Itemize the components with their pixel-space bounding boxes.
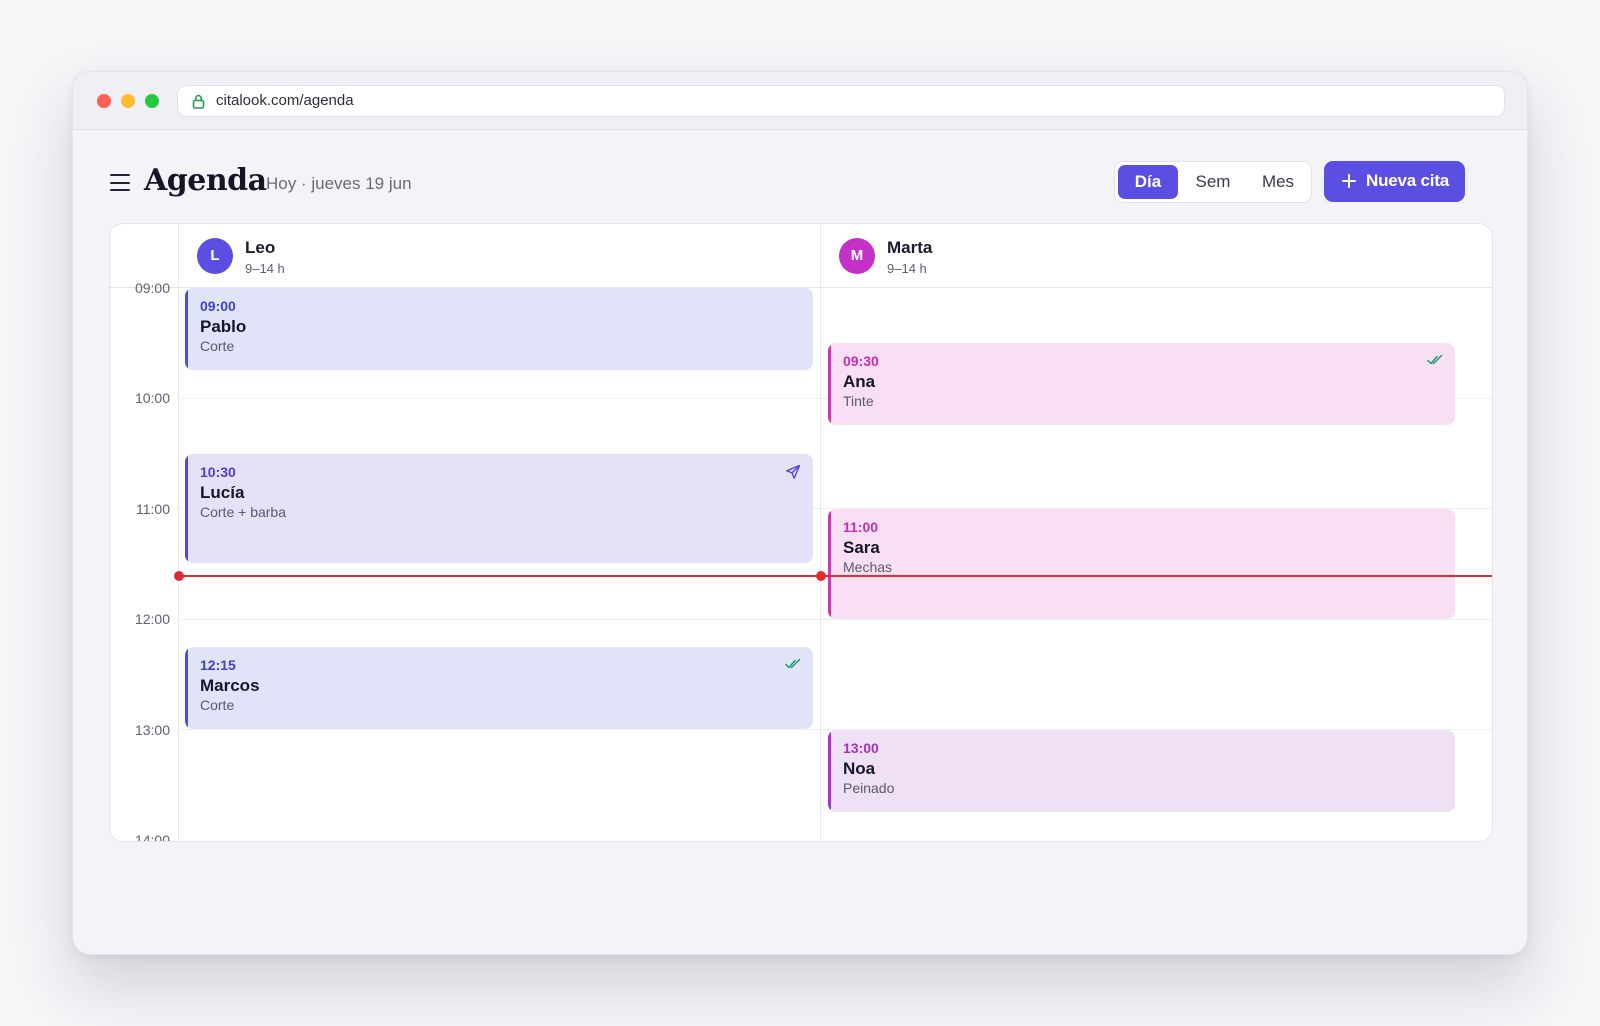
appointment-time: 09:30 (843, 353, 879, 369)
close-window-button[interactable] (97, 94, 111, 108)
appointment-client: Lucía (200, 483, 245, 502)
time-label: 11:00 (136, 501, 170, 517)
appointment-client: Sara (843, 538, 880, 557)
double-check-icon (1427, 353, 1443, 371)
time-label: 09:00 (134, 280, 170, 296)
appointment-service: Corte (200, 697, 235, 713)
appointment-time: 12:15 (200, 657, 236, 673)
new-appointment-button[interactable]: Nueva cita (1324, 161, 1465, 202)
appointment-service: Tinte (843, 393, 874, 409)
appointment-card[interactable]: 13:00 Noa Peinado (828, 730, 1455, 812)
appointment-client: Marcos (200, 676, 260, 695)
send-icon (785, 464, 801, 485)
double-check-icon (785, 657, 801, 675)
appointment-client: Noa (843, 759, 876, 778)
current-time-line (178, 575, 1492, 577)
current-time-dot (174, 571, 184, 581)
view-day-button[interactable]: Día (1118, 165, 1178, 199)
current-time-dot (816, 571, 826, 581)
appointment-time: 09:00 (200, 298, 236, 314)
staff-hours: 9–14 h (245, 261, 285, 276)
appointment-client: Pablo (200, 317, 247, 336)
current-date-label: Hoy · jueves 19 jun (266, 174, 412, 193)
hour-gridline (178, 619, 1492, 620)
staff-name: Marta (887, 238, 933, 257)
view-toggle: Día Sem Mes (1114, 161, 1312, 203)
time-column-divider (178, 224, 179, 841)
browser-window: citalook.com/agenda Agenda Hoy · jueves … (72, 71, 1528, 955)
hamburger-menu-icon[interactable] (110, 174, 130, 192)
appointment-accent-bar (185, 647, 188, 729)
appointment-card[interactable]: 09:30 Ana Tinte (828, 343, 1455, 425)
view-month-button[interactable]: Mes (1248, 165, 1308, 199)
plus-icon (1342, 174, 1356, 188)
avatar: L (197, 238, 233, 274)
maximize-window-button[interactable] (145, 94, 159, 108)
appointment-accent-bar (185, 288, 188, 370)
appointment-card[interactable]: 09:00 Pablo Corte (185, 288, 813, 370)
day-calendar: 09:00 10:00 11:00 12:00 13:00 14:00 L Le… (109, 223, 1493, 842)
lock-icon (192, 94, 205, 114)
time-label: 14:00 (134, 832, 170, 842)
page-title: Agenda (144, 163, 267, 198)
appointment-accent-bar (828, 730, 831, 812)
appointment-service: Mechas (843, 559, 893, 575)
address-bar[interactable]: citalook.com/agenda (177, 85, 1505, 117)
address-url: citalook.com/agenda (216, 92, 354, 109)
appointment-card[interactable]: 11:00 Sara Mechas (828, 509, 1455, 619)
avatar: M (839, 238, 875, 274)
view-week-button[interactable]: Sem (1183, 165, 1243, 199)
appointment-time: 11:00 (843, 519, 879, 535)
appointment-service: Peinado (843, 780, 895, 796)
new-appointment-label: Nueva cita (1366, 171, 1450, 190)
appointment-card[interactable]: 10:30 Lucía Corte + barba (185, 454, 813, 563)
time-label: 10:00 (134, 390, 170, 406)
time-label: 13:00 (134, 722, 170, 738)
appointment-time: 13:00 (843, 740, 879, 756)
staff-name: Leo (245, 238, 276, 257)
browser-titlebar: citalook.com/agenda (73, 72, 1527, 130)
appointment-accent-bar (828, 343, 831, 425)
appointment-time: 10:30 (200, 464, 236, 480)
appointment-service: Corte (200, 338, 235, 354)
minimize-window-button[interactable] (121, 94, 135, 108)
appointment-card[interactable]: 12:15 Marcos Corte (185, 647, 813, 729)
appointment-service: Corte + barba (200, 504, 286, 520)
staff-hours: 9–14 h (887, 261, 927, 276)
appointment-client: Ana (843, 372, 876, 391)
time-label: 12:00 (134, 611, 170, 627)
staff-column-divider (820, 224, 821, 841)
appointment-accent-bar (828, 509, 831, 619)
appointment-accent-bar (185, 454, 188, 563)
